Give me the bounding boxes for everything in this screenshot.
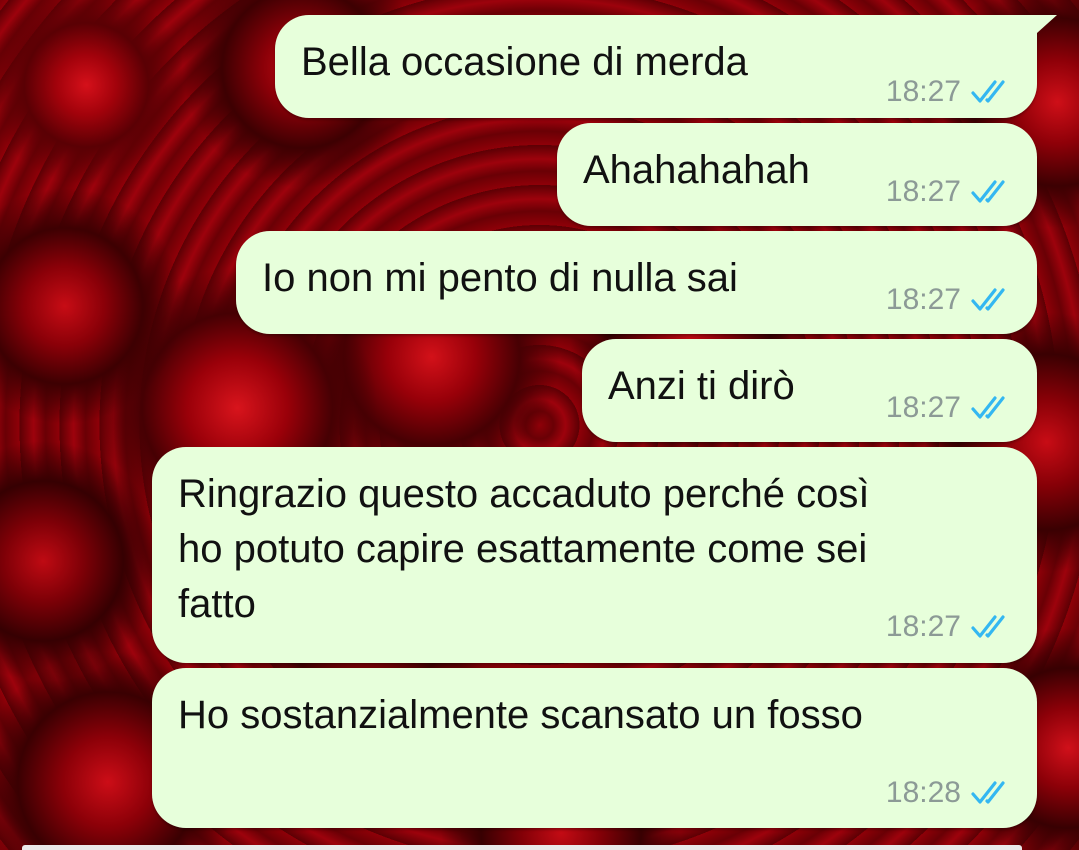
double-check-icon	[971, 80, 1005, 103]
double-check-icon	[971, 180, 1005, 203]
message-meta: 18:27	[886, 175, 1013, 209]
message-bubble[interactable]: Anzi ti dirò 18:27	[582, 339, 1037, 442]
message-text: Io non mi pento di nulla sai	[262, 256, 738, 300]
message-text: Bella occasione di merda	[301, 40, 748, 84]
message-bubble[interactable]: Ringrazio questo accaduto perché così ho…	[152, 447, 1037, 663]
message-bubble[interactable]: Io non mi pento di nulla sai 18:27	[236, 231, 1037, 334]
message-meta: 18:28	[886, 776, 1013, 810]
message-timestamp: 18:27	[885, 391, 961, 424]
message-bubble[interactable]: Ho sostanzialmente scansato un fosso 18:…	[152, 668, 1037, 828]
input-bar-edge	[22, 845, 1022, 850]
message-timestamp: 18:27	[885, 283, 961, 316]
double-check-icon	[971, 615, 1005, 638]
double-check-icon	[971, 396, 1005, 419]
message-timestamp: 18:28	[885, 776, 961, 809]
message-timestamp: 18:27	[885, 610, 961, 643]
message-meta: 18:27	[886, 610, 1013, 644]
message-bubble[interactable]: Ahahahahah 18:27	[557, 123, 1037, 226]
double-check-icon	[971, 781, 1005, 804]
message-meta: 18:27	[886, 283, 1013, 317]
message-timestamp: 18:27	[885, 75, 961, 108]
chat-message-list[interactable]: Bella occasione di merda 18:27 Ahahahaha…	[0, 0, 1079, 850]
message-text: Ringrazio questo accaduto perché così ho…	[178, 472, 870, 626]
message-bubble[interactable]: Bella occasione di merda 18:27	[275, 15, 1057, 118]
message-text: Ho sostanzialmente scansato un fosso	[178, 693, 863, 737]
message-text: Anzi ti dirò	[608, 364, 795, 408]
message-text: Ahahahahah	[583, 148, 810, 192]
message-meta: 18:27	[886, 75, 1013, 109]
message-meta: 18:27	[886, 391, 1013, 425]
message-timestamp: 18:27	[885, 175, 961, 208]
double-check-icon	[971, 288, 1005, 311]
